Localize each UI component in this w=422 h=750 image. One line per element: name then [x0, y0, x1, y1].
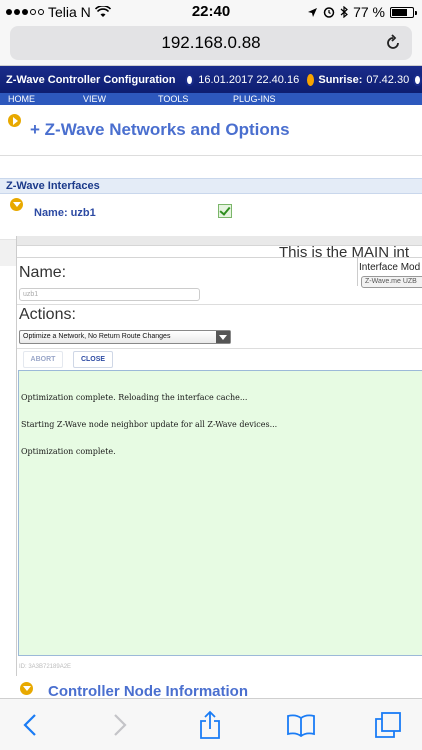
sunrise-label: Sunrise:	[318, 74, 363, 86]
status-right-group: 77 %	[307, 4, 417, 20]
interface-panel: This is the MAIN int Name: Interface Mod…	[16, 236, 422, 676]
name-input[interactable]: uzb1	[19, 288, 200, 301]
interface-mode-select[interactable]: Z-Wave.me UZB	[361, 276, 422, 288]
forward-button[interactable]	[90, 699, 150, 750]
actions-label: Actions:	[19, 306, 76, 323]
console-line: Optimization complete.	[21, 447, 116, 456]
close-button[interactable]: CLOSE	[73, 351, 113, 368]
collapse-icon[interactable]	[20, 682, 33, 695]
browser-toolbar	[0, 698, 422, 750]
interface-mode-label: Interface Mod	[359, 262, 421, 273]
name-label: Name:	[19, 264, 67, 281]
main-menu: HOME VIEW TOOLS PLUG-INS	[0, 93, 422, 105]
controller-section[interactable]: Controller Node Information	[16, 682, 422, 700]
actions-dropdown[interactable]: Optimize a Network, No Return Route Chan…	[19, 330, 231, 344]
header-datetime: 16.01.2017 22.40.16	[198, 74, 300, 86]
forward-icon[interactable]	[113, 713, 127, 737]
share-icon[interactable]	[199, 710, 221, 740]
battery-percent: 77 %	[353, 4, 385, 20]
tabs-button[interactable]	[358, 699, 418, 750]
dropdown-arrow-icon[interactable]	[216, 331, 230, 343]
bookmarks-button[interactable]	[271, 699, 331, 750]
interface-row[interactable]: Name: uzb1	[0, 194, 422, 240]
browser-chrome: 192.168.0.88	[0, 24, 422, 66]
menu-item-home[interactable]: HOME	[0, 93, 75, 105]
bluetooth-icon	[340, 6, 348, 18]
reload-icon[interactable]	[384, 34, 402, 52]
clock-icon-2	[413, 74, 422, 86]
url-text[interactable]: 192.168.0.88	[10, 33, 412, 53]
alarm-icon	[323, 7, 335, 18]
output-console: Optimization complete. Reloading the int…	[18, 370, 422, 656]
enabled-checkbox[interactable]	[218, 204, 232, 218]
app-header: Z-Wave Controller Configuration 16.01.20…	[0, 66, 422, 94]
bookmarks-icon[interactable]	[286, 713, 316, 737]
actions-dropdown-value: Optimize a Network, No Return Route Chan…	[23, 333, 171, 340]
interfaces-header: Z-Wave Interfaces	[0, 178, 422, 194]
clock-icon	[185, 74, 195, 86]
back-button[interactable]	[0, 699, 60, 750]
main-interface-text: This is the MAIN int	[279, 244, 410, 261]
abort-button[interactable]: ABORT	[23, 351, 63, 368]
status-bar: Telia N 22:40 77 %	[0, 0, 422, 24]
address-bar[interactable]: 192.168.0.88	[10, 26, 412, 60]
tabs-icon[interactable]	[374, 711, 402, 739]
networks-section[interactable]: + Z-Wave Networks and Options	[0, 106, 422, 156]
sun-icon	[307, 74, 315, 86]
menu-item-plugins[interactable]: PLUG-INS	[225, 93, 300, 105]
expand-icon[interactable]	[8, 114, 21, 127]
share-button[interactable]	[180, 699, 240, 750]
menu-item-view[interactable]: VIEW	[75, 93, 150, 105]
interface-id: ID: 3A3B72189A2E	[19, 664, 72, 670]
location-icon	[308, 7, 318, 17]
collapse-icon[interactable]	[10, 198, 23, 211]
sunrise-time: 07.42.30	[366, 74, 410, 86]
back-icon[interactable]	[23, 713, 37, 737]
interface-name[interactable]: Name: uzb1	[34, 207, 96, 219]
networks-section-title[interactable]: + Z-Wave Networks and Options	[30, 120, 290, 140]
app-title: Z-Wave Controller Configuration	[6, 74, 176, 86]
console-line: Starting Z-Wave node neighbor update for…	[21, 420, 278, 429]
battery-icon	[390, 6, 417, 18]
menu-item-tools[interactable]: TOOLS	[150, 93, 225, 105]
console-line: Optimization complete. Reloading the int…	[21, 393, 248, 402]
